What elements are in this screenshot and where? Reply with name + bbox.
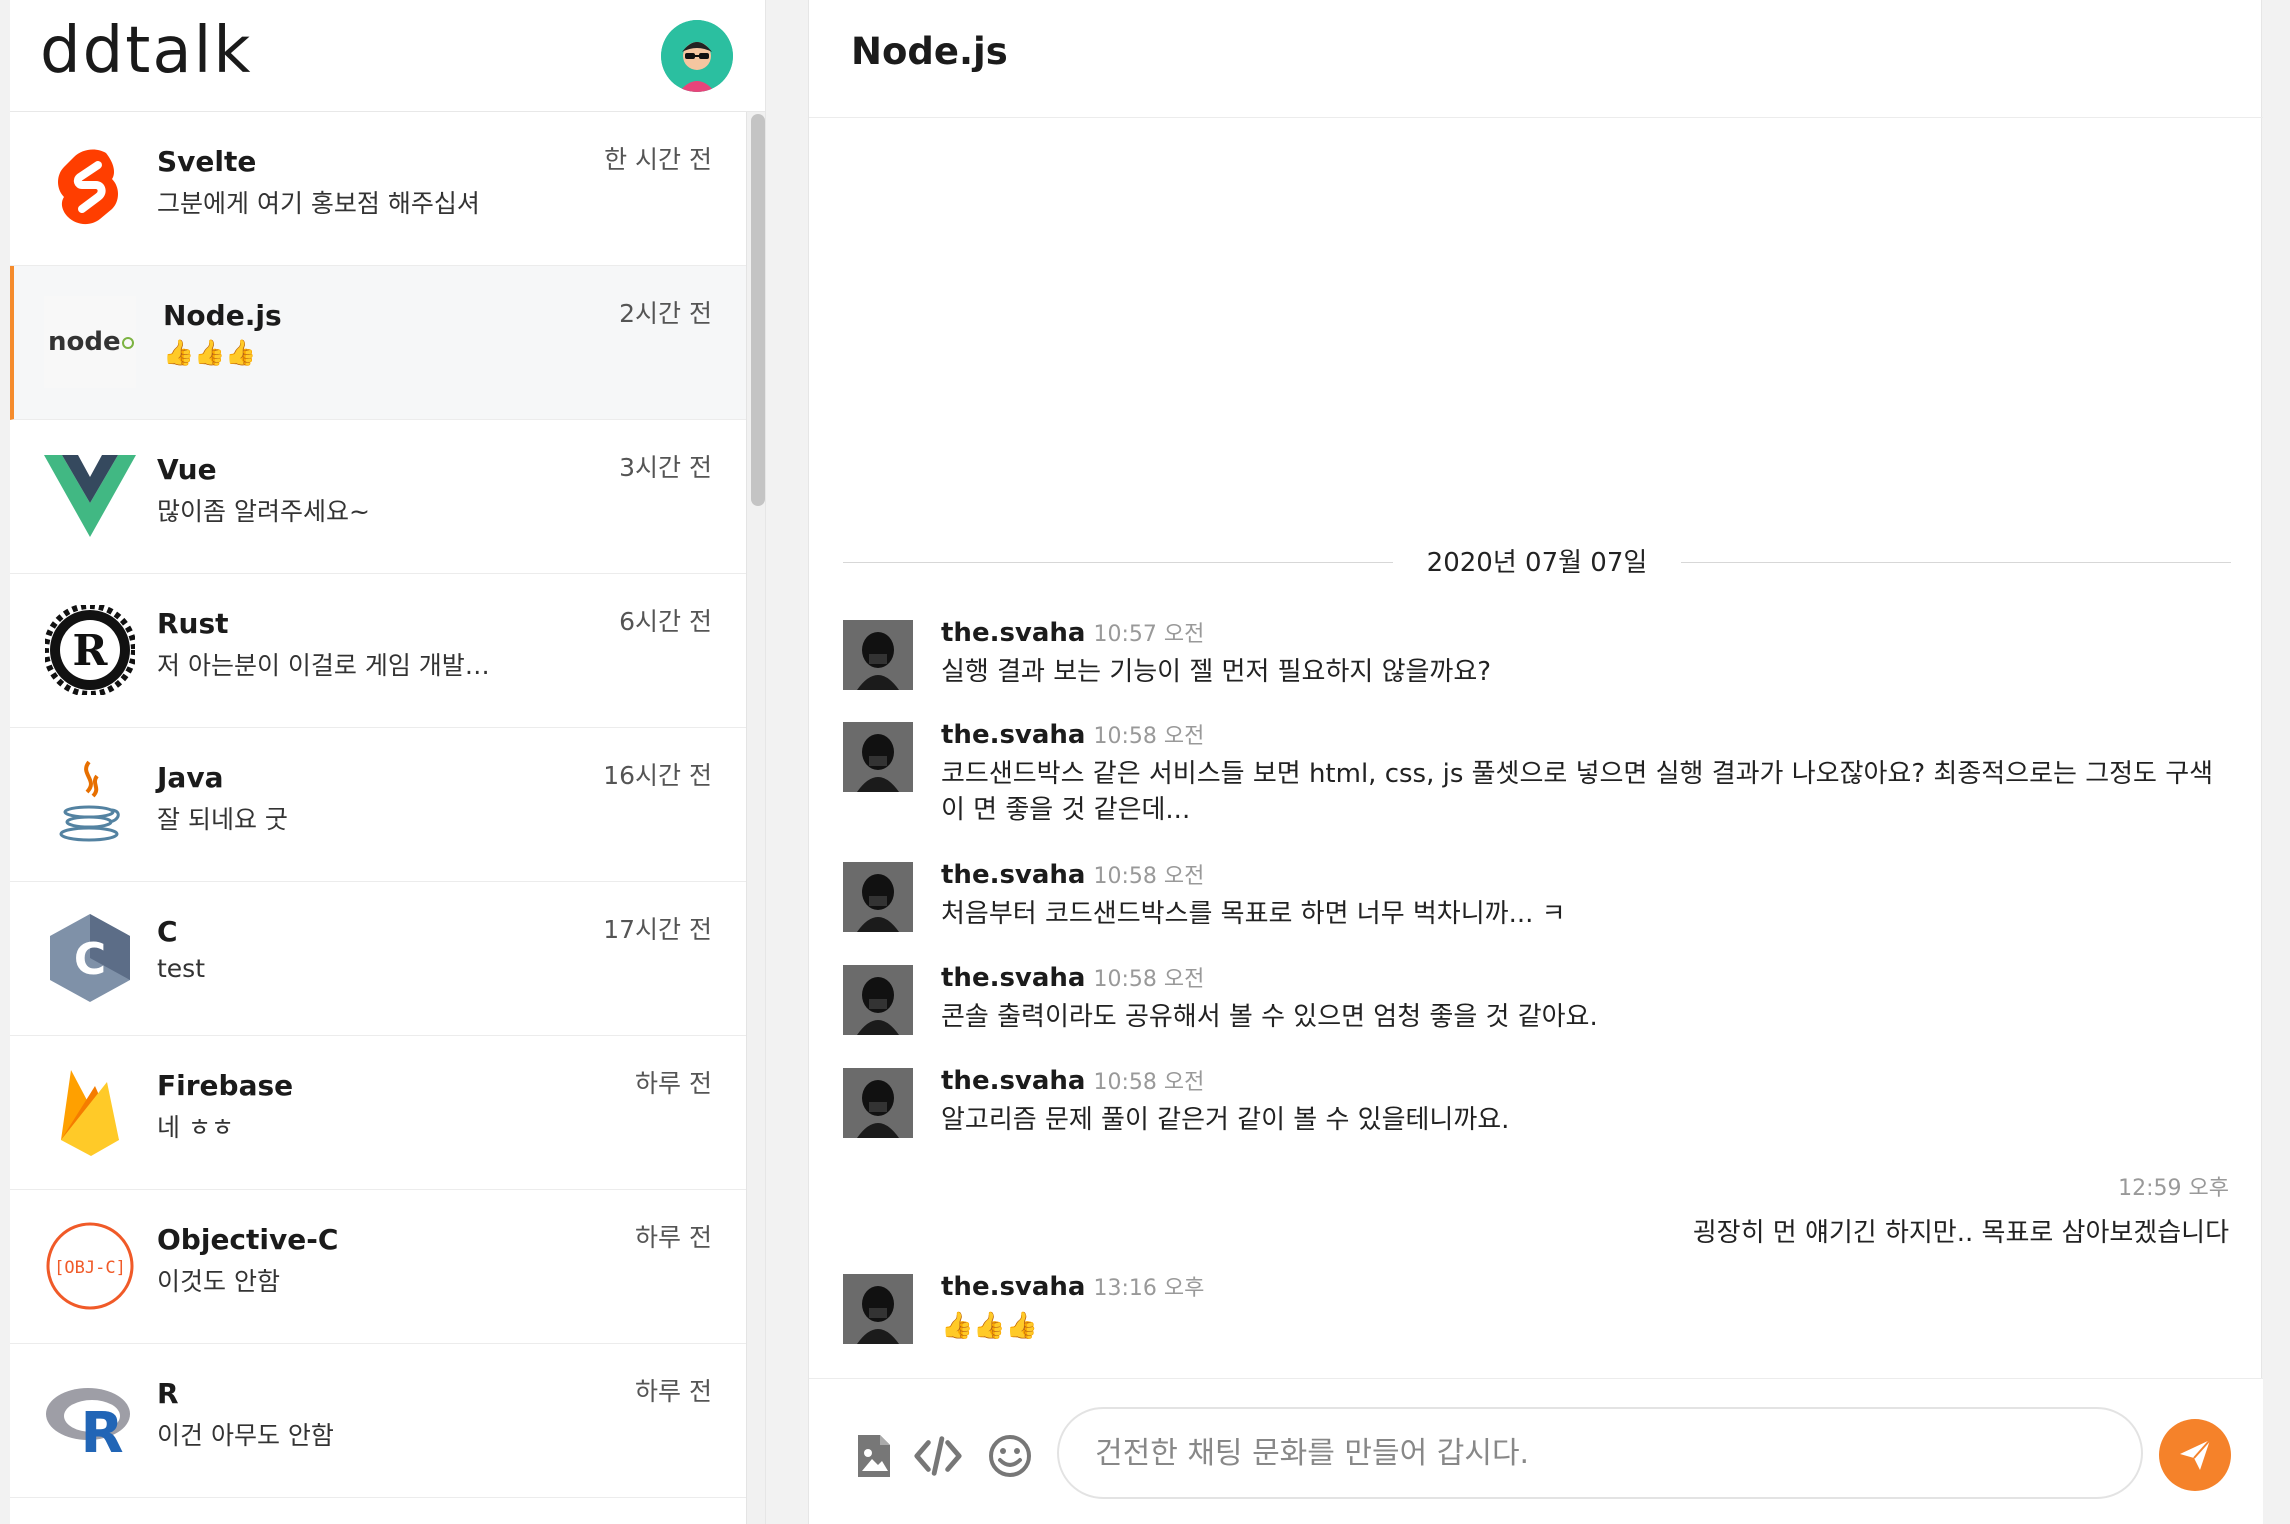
- image-upload-icon[interactable]: [849, 1431, 899, 1481]
- r-logo-icon: R: [44, 1374, 136, 1466]
- channel-time: 하루 전: [635, 1069, 712, 1098]
- code-icon[interactable]: [913, 1431, 963, 1481]
- scrollbar-thumb[interactable]: [751, 114, 765, 506]
- message-username[interactable]: the.svaha: [941, 1272, 1085, 1302]
- message-text: 👍👍👍: [941, 1311, 1039, 1341]
- own-message: 12:59 오후 굉장히 먼 얘기긴 하지만.. 목표로 삼아보겠습니다: [1229, 1170, 2229, 1249]
- firebase-logo-icon: [44, 1066, 136, 1158]
- svg-text:node: node: [48, 327, 121, 357]
- channel-time: 하루 전: [635, 1223, 712, 1252]
- channel-name: R: [157, 1377, 179, 1410]
- chat-title: Node.js: [851, 30, 1008, 73]
- channel-time: 16시간 전: [603, 761, 712, 790]
- svg-text:R: R: [80, 1401, 123, 1456]
- message-text: 처음부터 코드샌드박스를 목표로 하면 너무 벅차니까... ㅋ: [941, 899, 1566, 929]
- message-time: 10:57 오전: [1093, 622, 1205, 647]
- message-username[interactable]: the.svaha: [941, 860, 1085, 890]
- channel-name: Svelte: [157, 145, 257, 178]
- java-logo-icon: [44, 758, 136, 850]
- message-text: 콘솔 출력이라도 공유해서 볼 수 있으면 엄청 좋을 것 같아요.: [941, 1002, 1598, 1032]
- channel-last-message: 이것도 안함: [157, 1267, 280, 1296]
- channel-last-message: 그분에게 여기 홍보점 해주십셔: [157, 189, 480, 218]
- channel-item-java[interactable]: Java 잘 되네요 굿 16시간 전: [10, 728, 746, 882]
- message-text: 코드샌드박스 같은 서비스들 보면 html, css, js 풀셋으로 넣으면…: [941, 759, 2214, 825]
- vue-logo-icon: [44, 450, 136, 542]
- svg-text:R: R: [73, 626, 109, 675]
- svg-text:C: C: [74, 934, 106, 985]
- channel-last-message: 잘 되네요 굿: [157, 805, 288, 834]
- channel-name: Java: [157, 761, 224, 794]
- svg-text:[OBJ-C]: [OBJ-C]: [54, 1258, 126, 1278]
- user-avatar[interactable]: [661, 20, 733, 92]
- channel-item-vue[interactable]: Vue 많이좀 알려주세요~ 3시간 전: [10, 420, 746, 574]
- objc-logo-icon: [OBJ-C]: [44, 1220, 136, 1312]
- channel-sidebar: ddtalk Svelte 그분에게 여기 홍보점 해주십셔 한 시간 전 no…: [10, 0, 766, 1524]
- message-time: 10:58 오전: [1093, 864, 1205, 889]
- svelte-logo-icon: [44, 142, 136, 234]
- channel-last-message: 👍👍👍: [163, 338, 257, 367]
- brand-logo[interactable]: ddtalk: [40, 14, 252, 88]
- channel-item-rust[interactable]: R Rust 저 아는분이 이걸로 게임 개발… 6시간 전: [10, 574, 746, 728]
- rust-logo-icon: R: [44, 604, 136, 696]
- channel-name: Objective-C: [157, 1223, 339, 1256]
- channel-last-message: 네 ㅎㅎ: [157, 1113, 234, 1142]
- message-time: 10:58 오전: [1093, 1070, 1205, 1095]
- message-input[interactable]: [1095, 1423, 2095, 1483]
- channel-last-message: 많이좀 알려주세요~: [157, 497, 370, 526]
- send-icon: [2180, 1439, 2211, 1470]
- channel-time: 3시간 전: [619, 453, 712, 482]
- message-time: 13:16 오후: [1093, 1276, 1205, 1301]
- message-username[interactable]: the.svaha: [941, 1066, 1085, 1096]
- message-composer: [809, 1378, 2263, 1524]
- channel-item-svelte[interactable]: Svelte 그분에게 여기 홍보점 해주십셔 한 시간 전: [10, 112, 746, 266]
- channel-name: Vue: [157, 453, 217, 486]
- chat-panel: Node.js 2020년 07월 07일 the.svaha 10:57 오전 …: [808, 0, 2263, 1524]
- channel-last-message: 저 아는분이 이걸로 게임 개발…: [157, 651, 490, 680]
- emoji-icon[interactable]: [985, 1431, 1035, 1481]
- message-avatar[interactable]: [843, 965, 913, 1035]
- c-logo-icon: C: [44, 912, 136, 1004]
- channel-time: 한 시간 전: [604, 145, 712, 174]
- sidebar-scrollbar[interactable]: [746, 112, 765, 1524]
- date-separator: 2020년 07월 07일: [843, 540, 2231, 584]
- own-message-text: 굉장히 먼 얘기긴 하지만.. 목표로 삼아보겠습니다: [1692, 1218, 2229, 1248]
- channel-item-nodejs[interactable]: node Node.js 👍👍👍 2시간 전: [10, 266, 746, 420]
- nodejs-logo-icon: node: [44, 296, 136, 388]
- channel-last-message: 이건 아무도 안함: [157, 1421, 334, 1450]
- message-avatar[interactable]: [843, 722, 913, 792]
- sidebar-header: ddtalk: [10, 0, 765, 112]
- channel-name: Node.js: [163, 299, 282, 332]
- channel-time: 6시간 전: [619, 607, 712, 636]
- message-username[interactable]: the.svaha: [941, 618, 1085, 648]
- message-username[interactable]: the.svaha: [941, 963, 1085, 993]
- message-text: 실행 결과 보는 기능이 젤 먼저 필요하지 않을까요?: [941, 657, 1492, 687]
- date-label: 2020년 07월 07일: [1400, 548, 1674, 578]
- message-avatar[interactable]: [843, 1068, 913, 1138]
- channel-name: Rust: [157, 607, 229, 640]
- message-avatar[interactable]: [843, 1274, 913, 1344]
- app: ddtalk Svelte 그분에게 여기 홍보점 해주십셔 한 시간 전 no…: [0, 0, 2290, 1524]
- channel-name: C: [157, 915, 178, 948]
- channel-time: 하루 전: [635, 1377, 712, 1406]
- message-avatar[interactable]: [843, 620, 913, 690]
- message-avatar[interactable]: [843, 862, 913, 932]
- channel-time: 2시간 전: [619, 299, 712, 328]
- message-time: 10:58 오전: [1093, 724, 1205, 749]
- message-time: 10:58 오전: [1093, 967, 1205, 992]
- channel-item-firebase[interactable]: Firebase 네 ㅎㅎ 하루 전: [10, 1036, 746, 1190]
- message-input-box[interactable]: [1057, 1407, 2143, 1499]
- message-text: 알고리즘 문제 풀이 같은거 같이 볼 수 있을테니까요.: [941, 1105, 1510, 1135]
- channel-time: 17시간 전: [603, 915, 712, 944]
- channel-item-objective-c[interactable]: [OBJ-C] Objective-C 이것도 안함 하루 전: [10, 1190, 746, 1344]
- own-message-time: 12:59 오후: [2118, 1176, 2229, 1201]
- message-username[interactable]: the.svaha: [941, 720, 1085, 750]
- channel-name: Firebase: [157, 1069, 294, 1102]
- channel-item-r[interactable]: R R 이건 아무도 안함 하루 전: [10, 1344, 746, 1498]
- channel-last-message: test: [157, 954, 206, 983]
- channel-list: Svelte 그분에게 여기 홍보점 해주십셔 한 시간 전 node Node…: [10, 112, 746, 1498]
- send-button[interactable]: [2159, 1419, 2231, 1491]
- chat-header: Node.js: [809, 0, 2263, 118]
- channel-item-c[interactable]: C C test 17시간 전: [10, 882, 746, 1036]
